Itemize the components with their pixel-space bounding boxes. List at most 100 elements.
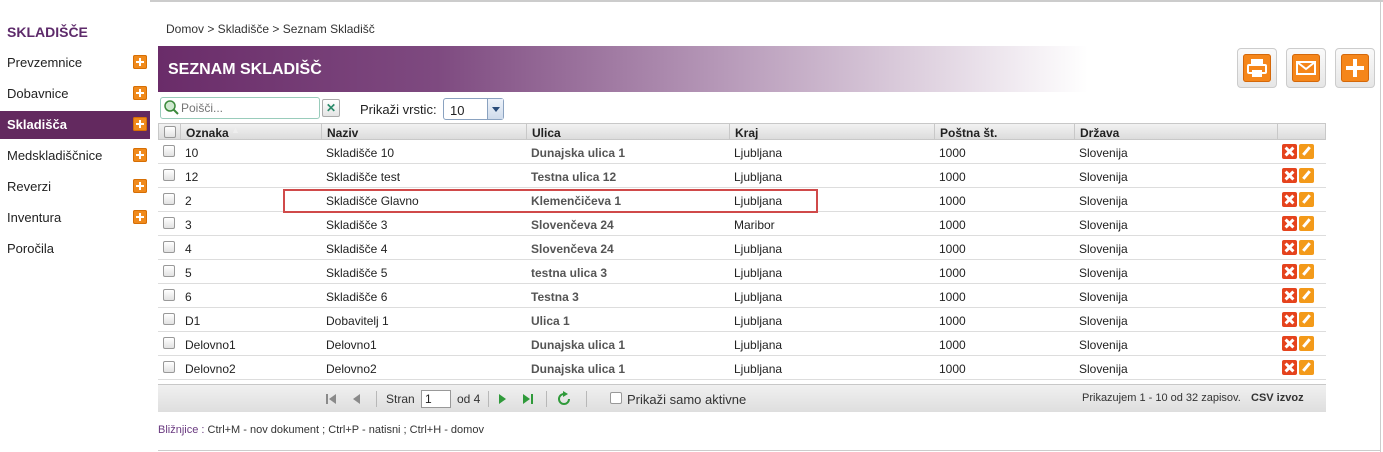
rows-per-page-select[interactable]: 10 [443, 98, 504, 120]
clear-search-button[interactable]: ✕ [322, 99, 340, 117]
edit-icon[interactable] [1299, 288, 1314, 303]
row-checkbox[interactable] [163, 289, 175, 301]
table-row[interactable]: D1 Dobavitelj 1 Ulica 1 Ljubljana 1000 Sloven… [158, 308, 1326, 332]
table-row[interactable]: 6 Skladišče 6 Testna 3 Ljubljana 1000 Sloveni… [158, 284, 1326, 308]
cell-ulica[interactable]: Testna ulica 12 [531, 170, 616, 184]
cell-drava: Slovenija [1079, 290, 1128, 304]
edit-icon[interactable] [1299, 216, 1314, 231]
sidebar-item-label: Medskladiščnice [7, 148, 103, 163]
search-input[interactable] [181, 100, 316, 116]
highlighted-row-marker [283, 189, 818, 213]
cell-ulica[interactable]: Dunajska ulica 1 [531, 338, 625, 352]
add-icon[interactable] [133, 210, 147, 224]
cell-drava: Slovenija [1079, 314, 1128, 328]
row-checkbox[interactable] [163, 169, 175, 181]
cell-ulica[interactable]: testna ulica 3 [531, 266, 607, 280]
row-checkbox[interactable] [163, 313, 175, 325]
edit-icon[interactable] [1299, 312, 1314, 327]
add-icon[interactable] [133, 86, 147, 100]
sidebar-item-1[interactable]: Dobavnice [0, 80, 150, 108]
cell-naziv: Delovno1 [326, 338, 377, 352]
sidebar-item-4[interactable]: Reverzi [0, 173, 150, 201]
column-postna[interactable]: Poštna št. [940, 126, 997, 140]
sort-asc-icon: ▲ [231, 125, 240, 135]
add-icon[interactable] [133, 179, 147, 193]
add-icon[interactable] [133, 55, 147, 69]
email-button[interactable] [1286, 48, 1326, 88]
cell-ulica[interactable]: Testna 3 [531, 290, 579, 304]
cell-kraj: Ljubljana [734, 290, 783, 304]
delete-icon[interactable] [1282, 336, 1297, 351]
cell-kraj: Ljubljana [734, 170, 783, 184]
delete-icon[interactable] [1282, 144, 1297, 159]
edit-icon[interactable] [1299, 240, 1314, 255]
page-input[interactable]: 1 [421, 390, 451, 408]
edit-icon[interactable] [1299, 336, 1314, 351]
table-row[interactable]: 4 Skladišče 4 Slovenčeva 24 Ljubljana 1000 Sl… [158, 236, 1326, 260]
cell-ulica[interactable]: Dunajska ulica 1 [531, 146, 625, 160]
column-kraj[interactable]: Kraj [735, 126, 758, 140]
cell-oznaka: 10 [185, 146, 199, 160]
table-row[interactable]: 5 Skladišče 5 testna ulica 3 Ljubljana 1000 S… [158, 260, 1326, 284]
cell-naziv: Dobavitelj 1 [326, 314, 389, 328]
print-button[interactable] [1237, 48, 1277, 88]
cell-potnat: 1000 [939, 266, 966, 280]
sidebar-item-3[interactable]: Medskladiščnice [0, 142, 150, 170]
sidebar-item-label: Poročila [7, 241, 54, 256]
add-icon[interactable] [133, 148, 147, 162]
table-row[interactable]: Delovno1 Delovno1 Dunajska ulica 1 Ljubljan… [158, 332, 1326, 356]
edit-icon[interactable] [1299, 144, 1314, 159]
row-checkbox[interactable] [163, 265, 175, 277]
prev-page-icon[interactable] [353, 393, 361, 405]
next-page-icon[interactable] [498, 393, 506, 405]
row-checkbox[interactable] [163, 361, 175, 373]
breadcrumb[interactable]: Domov > Skladišče > Seznam Skladišč [166, 22, 375, 36]
row-checkbox[interactable] [163, 217, 175, 229]
edit-icon[interactable] [1299, 168, 1314, 183]
delete-icon[interactable] [1282, 360, 1297, 375]
pager: Stran 1 od 4 Prikaži samo aktivne Prikaz… [158, 384, 1326, 412]
sidebar-item-5[interactable]: Inventura [0, 204, 150, 232]
sidebar-item-2[interactable]: Skladišča [0, 111, 150, 139]
cell-ulica[interactable]: Dunajska ulica 1 [531, 362, 625, 376]
cell-oznaka: 3 [185, 218, 192, 232]
edit-icon[interactable] [1299, 264, 1314, 279]
column-naziv[interactable]: Naziv [327, 126, 358, 140]
only-active-checkbox[interactable] [610, 392, 622, 404]
sidebar-item-label: Reverzi [7, 179, 52, 194]
edit-icon[interactable] [1299, 360, 1314, 375]
delete-icon[interactable] [1282, 264, 1297, 279]
first-page-icon[interactable] [326, 393, 336, 405]
cell-drava: Slovenija [1079, 194, 1128, 208]
row-checkbox[interactable] [163, 145, 175, 157]
table-row[interactable]: 12 Skladišče test Testna ulica 12 Ljubljana… [158, 164, 1326, 188]
sidebar-item-label: Dobavnice [7, 86, 69, 101]
sidebar-item-0[interactable]: Prevzemnice [0, 49, 150, 77]
add-button[interactable] [1335, 48, 1375, 88]
column-drzava[interactable]: Država [1080, 126, 1119, 140]
delete-icon[interactable] [1282, 288, 1297, 303]
row-checkbox[interactable] [163, 241, 175, 253]
edit-icon[interactable] [1299, 192, 1314, 207]
column-ulica[interactable]: Ulica [532, 126, 561, 140]
add-icon[interactable] [133, 117, 147, 131]
csv-export-link[interactable]: CSV izvoz [1251, 392, 1304, 404]
delete-icon[interactable] [1282, 192, 1297, 207]
delete-icon[interactable] [1282, 240, 1297, 255]
refresh-icon[interactable] [556, 391, 572, 407]
table-row[interactable]: Delovno2 Delovno2 Dunajska ulica 1 Ljubljan… [158, 356, 1326, 380]
cell-ulica[interactable]: Slovenčeva 24 [531, 242, 614, 256]
last-page-icon[interactable] [523, 393, 533, 405]
delete-icon[interactable] [1282, 168, 1297, 183]
cell-ulica[interactable]: Slovenčeva 24 [531, 218, 614, 232]
table-row[interactable]: 10 Skladišče 10 Dunajska ulica 1 Ljubljana 1… [158, 140, 1326, 164]
row-checkbox[interactable] [163, 337, 175, 349]
select-all-checkbox[interactable] [164, 126, 176, 138]
delete-icon[interactable] [1282, 216, 1297, 231]
table-row[interactable]: 3 Skladišče 3 Slovenčeva 24 Maribor 1000 Slov… [158, 212, 1326, 236]
sidebar-item-6[interactable]: Poročila [0, 235, 150, 263]
column-oznaka[interactable]: Oznaka [186, 126, 229, 140]
row-checkbox[interactable] [163, 193, 175, 205]
cell-ulica[interactable]: Ulica 1 [531, 314, 570, 328]
delete-icon[interactable] [1282, 312, 1297, 327]
